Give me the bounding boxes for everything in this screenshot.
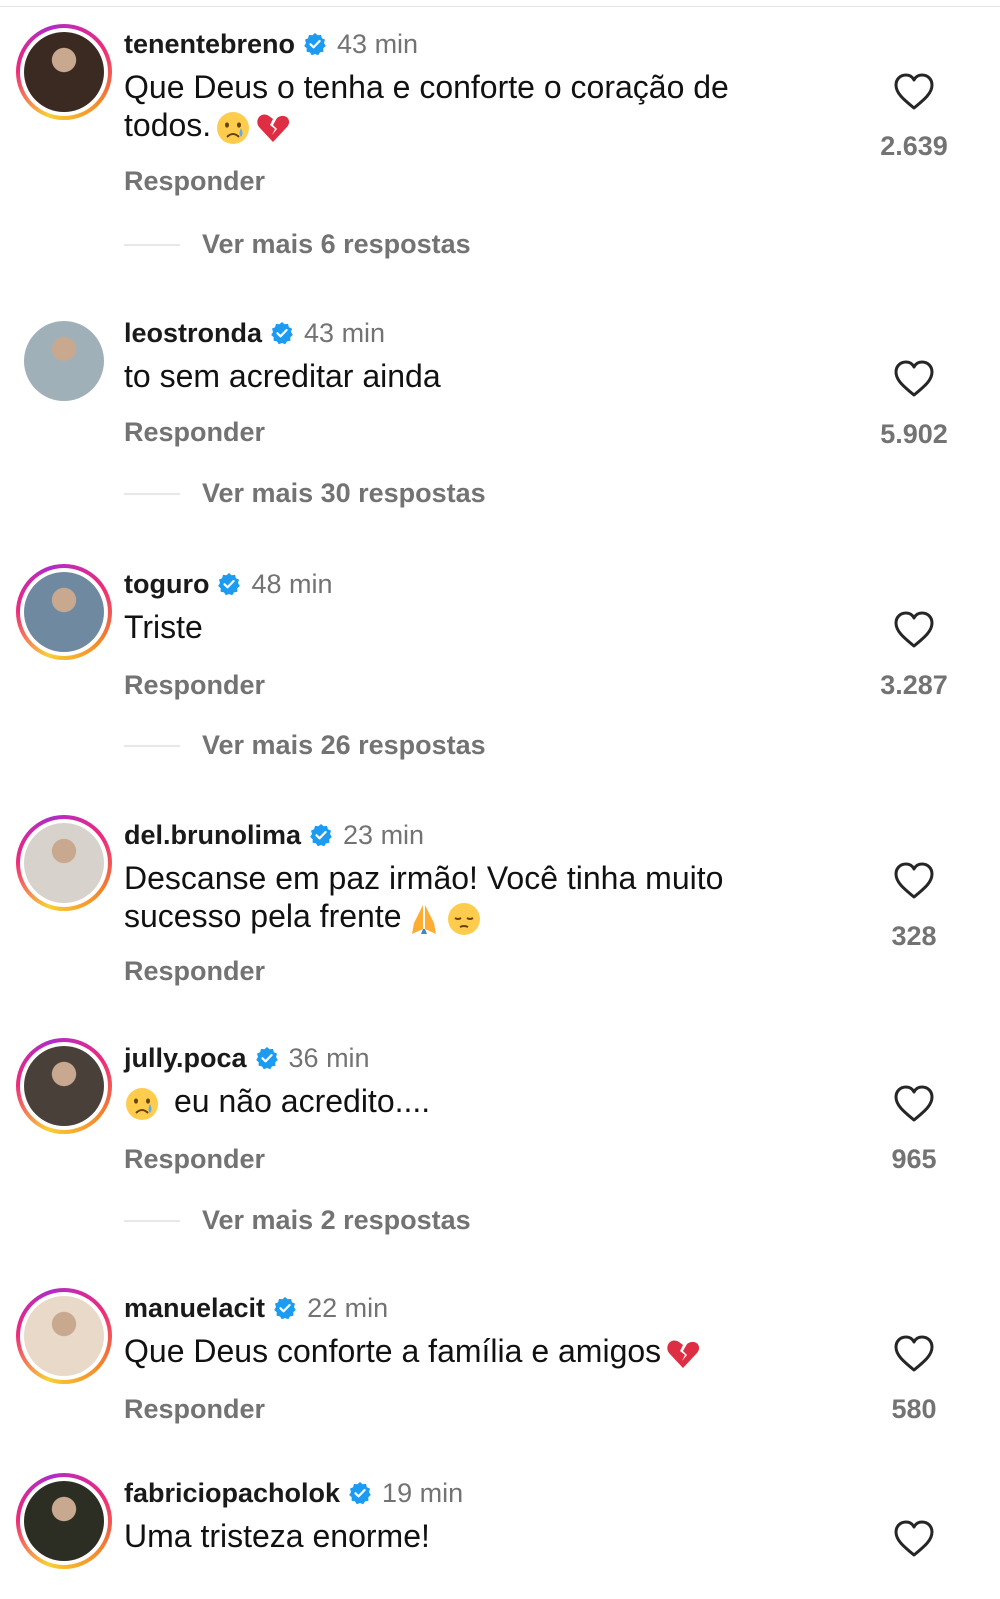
- comment-text: eu não acredito....: [124, 1082, 824, 1122]
- view-more-replies-button[interactable]: Ver mais 26 respostas: [124, 730, 486, 761]
- replies-divider: [124, 744, 180, 747]
- heart-icon[interactable]: [893, 1084, 935, 1124]
- heart-icon[interactable]: [893, 1519, 935, 1559]
- reply-button[interactable]: Responder: [124, 670, 265, 701]
- view-more-replies-label: Ver mais 6 respostas: [202, 229, 471, 259]
- reply-button[interactable]: Responder: [124, 1144, 265, 1175]
- reply-button[interactable]: Responder: [124, 417, 265, 448]
- view-more-replies-label: Ver mais 30 respostas: [202, 478, 486, 508]
- username-link[interactable]: manuelacit: [124, 1293, 265, 1324]
- comment-timestamp: 48 min: [251, 568, 333, 599]
- verified-badge-icon: [303, 32, 327, 56]
- like-count: 2.639: [880, 131, 948, 161]
- username-link[interactable]: leostronda: [124, 318, 262, 349]
- avatar[interactable]: [16, 815, 112, 911]
- view-more-replies-button[interactable]: Ver mais 6 respostas: [124, 229, 471, 260]
- comment-header: fabriciopacholok 19 min: [124, 1473, 463, 1513]
- comment-header: tenentebreno 43 min: [124, 24, 418, 64]
- comment-timestamp: 22 min: [307, 1292, 389, 1323]
- heart-icon[interactable]: [893, 72, 935, 112]
- comment-text: Que Deus conforte a família e amigos: [124, 1332, 824, 1372]
- verified-badge-icon: [217, 572, 241, 596]
- reply-button[interactable]: Responder: [124, 166, 265, 197]
- comment-text-content: to sem acreditar ainda: [124, 358, 441, 394]
- broken-heart-icon: [255, 110, 291, 146]
- avatar-image: [24, 321, 104, 401]
- avatar[interactable]: [16, 1473, 112, 1569]
- username-link[interactable]: jully.poca: [124, 1043, 247, 1074]
- avatar-image: [24, 32, 104, 112]
- heart-icon[interactable]: [893, 861, 935, 901]
- comment-timestamp: 23 min: [343, 819, 425, 850]
- avatar-image: [24, 1296, 104, 1376]
- comment-timestamp: 19 min: [382, 1477, 464, 1508]
- username-link[interactable]: tenentebreno: [124, 29, 295, 60]
- comment-header: manuelacit 22 min: [124, 1288, 388, 1328]
- comment-text: to sem acreditar ainda: [124, 357, 824, 395]
- folded-hands-icon: [406, 901, 442, 937]
- comment-timestamp: 43 min: [304, 317, 386, 348]
- avatar[interactable]: [16, 1288, 112, 1384]
- view-more-replies-button[interactable]: Ver mais 2 respostas: [124, 1205, 471, 1236]
- verified-badge-icon: [348, 1481, 372, 1505]
- comment-timestamp: 43 min: [337, 28, 419, 59]
- reply-button[interactable]: Responder: [124, 1394, 265, 1425]
- pensive-face-icon: [446, 901, 482, 937]
- avatar-image: [24, 1481, 104, 1561]
- replies-divider: [124, 492, 180, 495]
- verified-badge-icon: [309, 823, 333, 847]
- comment-header: jully.poca 36 min: [124, 1038, 370, 1078]
- verified-badge-icon: [273, 1296, 297, 1320]
- like-count: 328: [891, 921, 937, 951]
- comment-text-content: eu não acredito....: [174, 1083, 431, 1119]
- comment-text: Descanse em paz irmão! Você tinha muito …: [124, 859, 824, 937]
- view-more-replies-label: Ver mais 2 respostas: [202, 1205, 471, 1235]
- heart-icon[interactable]: [893, 359, 935, 399]
- comment-header: toguro 48 min: [124, 564, 333, 604]
- avatar[interactable]: [16, 24, 112, 120]
- like-count: 3.287: [880, 670, 948, 700]
- comment-header: del.brunolima 23 min: [124, 815, 424, 855]
- comment-text: Que Deus o tenha e conforte o coração de…: [124, 68, 784, 146]
- username-link[interactable]: fabriciopacholok: [124, 1478, 340, 1509]
- comment-text-content: Uma tristeza enorme!: [124, 1518, 430, 1554]
- replies-divider: [124, 1219, 180, 1222]
- reply-button[interactable]: Responder: [124, 956, 265, 987]
- avatar[interactable]: [16, 564, 112, 660]
- comment-text: Uma tristeza enorme!: [124, 1517, 824, 1555]
- username-link[interactable]: del.brunolima: [124, 820, 301, 851]
- username-link[interactable]: toguro: [124, 569, 209, 600]
- view-more-replies-label: Ver mais 26 respostas: [202, 730, 486, 760]
- verified-badge-icon: [270, 321, 294, 345]
- like-count: 5.902: [880, 419, 948, 449]
- avatar-image: [24, 1046, 104, 1126]
- top-divider: [0, 6, 1000, 7]
- comment-timestamp: 36 min: [288, 1042, 370, 1073]
- avatar-image: [24, 823, 104, 903]
- view-more-replies-button[interactable]: Ver mais 30 respostas: [124, 478, 486, 509]
- verified-badge-icon: [255, 1046, 279, 1070]
- comment-text-content: Triste: [124, 609, 203, 645]
- avatar-image: [24, 572, 104, 652]
- comment-text-content: Que Deus conforte a família e amigos: [124, 1333, 662, 1369]
- crying-face-icon: [215, 110, 251, 146]
- crying-face-icon: [124, 1086, 160, 1122]
- broken-heart-icon: [665, 1336, 701, 1372]
- comment-text: Triste: [124, 608, 824, 646]
- avatar[interactable]: [16, 1038, 112, 1134]
- replies-divider: [124, 243, 180, 246]
- heart-icon[interactable]: [893, 1334, 935, 1374]
- like-count: 580: [891, 1394, 937, 1424]
- heart-icon[interactable]: [893, 610, 935, 650]
- like-count: 965: [891, 1144, 937, 1174]
- comment-header: leostronda 43 min: [124, 313, 385, 353]
- avatar[interactable]: [16, 313, 112, 409]
